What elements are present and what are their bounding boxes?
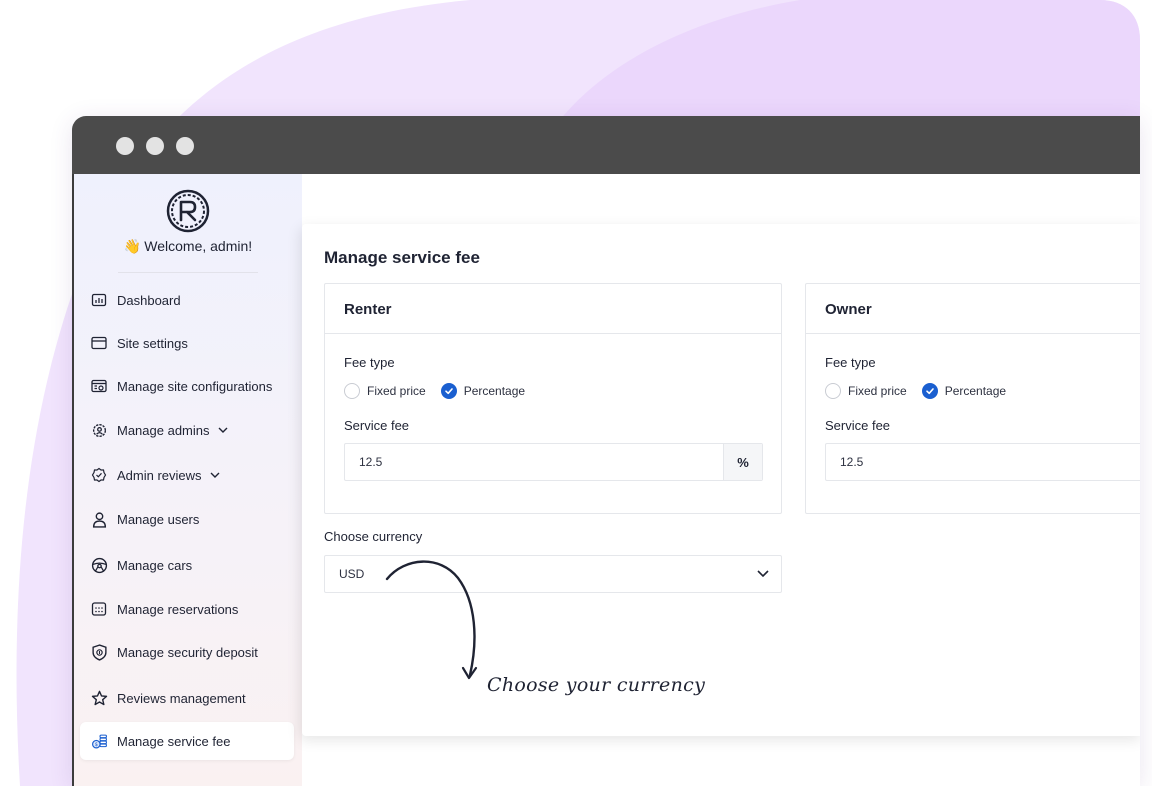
owner-service-fee-value: 12.5 (840, 455, 864, 469)
window-dot-maximize[interactable] (176, 137, 194, 155)
owner-service-fee-label: Service fee (825, 418, 891, 433)
welcome-message: 👋 Welcome, admin! (74, 238, 302, 255)
sidebar-item-site-configurations[interactable]: Manage site configurations (80, 367, 294, 405)
owner-percentage-radio[interactable] (921, 383, 938, 399)
owner-card: Owner Fee type Fixed price Percentage Se… (805, 283, 1140, 514)
chevron-down-icon (755, 565, 771, 584)
sidebar-item-label: Manage service fee (117, 733, 231, 749)
radio-label: Percentage (944, 384, 1007, 398)
currency-value: USD (339, 567, 365, 581)
sidebar-item-site-settings[interactable]: Site settings (80, 324, 294, 362)
sidebar-item-manage-users[interactable]: Manage users (80, 500, 294, 538)
renter-card: Renter Fee type Fixed price Percentage S… (324, 283, 782, 514)
config-icon (90, 377, 108, 395)
svg-text:$: $ (94, 742, 97, 748)
sidebar-item-label: Manage cars (117, 557, 193, 573)
sidebar-item-label: Manage reservations (117, 601, 239, 617)
owner-card-title: Owner (806, 284, 1140, 334)
chevron-down-icon[interactable] (209, 469, 221, 481)
service-fee-panel: Manage service fee Renter Fee type Fixed… (302, 224, 1140, 736)
badge-check-icon (90, 466, 108, 484)
sidebar-item-label: Manage admins (117, 422, 210, 438)
shield-icon (90, 643, 108, 661)
annotation-text: Choose your currency (487, 674, 706, 696)
user-icon (90, 510, 108, 528)
sidebar-item-manage-cars[interactable]: Manage cars (80, 546, 294, 584)
renter-fee-type-options: Fixed price Percentage (344, 383, 540, 399)
welcome-text: Welcome, admin! (144, 238, 253, 254)
checkmark-icon (444, 388, 453, 395)
coins-icon: $ (90, 732, 108, 750)
steering-wheel-icon (90, 556, 108, 574)
renter-fee-type-label: Fee type (344, 355, 395, 370)
radio-label: Fixed price (367, 384, 426, 398)
currency-label: Choose currency (324, 529, 423, 544)
currency-select[interactable]: USD (324, 555, 782, 593)
sidebar-item-label: Site settings (117, 335, 188, 351)
window-dot-minimize[interactable] (146, 137, 164, 155)
renter-service-fee-input[interactable]: 12.5 % (344, 443, 763, 481)
gear-user-icon (90, 421, 108, 439)
sidebar-item-label: Admin reviews (117, 467, 202, 483)
renter-card-title: Renter (325, 284, 781, 334)
sidebar-item-label: Manage security deposit (117, 644, 258, 660)
owner-fee-type-label: Fee type (825, 355, 876, 370)
sidebar-item-service-fee[interactable]: $ Manage service fee (80, 722, 294, 760)
renter-fixed-price-radio[interactable] (344, 383, 360, 399)
sidebar: 👋 Welcome, admin! Dashboard Site settings (74, 174, 302, 786)
sidebar-item-security-deposit[interactable]: Manage security deposit (80, 633, 294, 671)
page-title: Manage service fee (324, 248, 480, 267)
star-icon (90, 689, 108, 707)
radio-label: Percentage (463, 384, 526, 398)
calendar-icon (90, 600, 108, 618)
wave-emoji: 👋 (123, 238, 142, 254)
sidebar-item-manage-reservations[interactable]: Manage reservations (80, 590, 294, 628)
owner-service-fee-input[interactable]: 12.5 (825, 443, 1140, 481)
chart-icon (90, 291, 108, 309)
sidebar-divider (118, 272, 258, 273)
window-dot-close[interactable] (116, 137, 134, 155)
owner-fee-type-options: Fixed price Percentage (825, 383, 1021, 399)
sidebar-item-manage-admins[interactable]: Manage admins (80, 411, 294, 449)
browser-icon (90, 334, 108, 352)
checkmark-icon (925, 388, 934, 395)
sidebar-item-label: Reviews management (117, 690, 246, 706)
sidebar-item-reviews-management[interactable]: Reviews management (80, 679, 294, 717)
sidebar-item-label: Manage users (117, 511, 200, 527)
renter-service-fee-value: 12.5 (359, 455, 383, 469)
sidebar-item-label: Manage site configurations (117, 378, 273, 394)
sidebar-item-label: Dashboard (117, 292, 181, 308)
percent-addon: % (723, 444, 762, 480)
chevron-down-icon[interactable] (217, 424, 229, 436)
sidebar-item-dashboard[interactable]: Dashboard (80, 281, 294, 319)
brand-logo-icon[interactable] (166, 189, 210, 233)
owner-fixed-price-radio[interactable] (825, 383, 841, 399)
renter-percentage-radio[interactable] (440, 383, 457, 399)
radio-label: Fixed price (848, 384, 907, 398)
sidebar-item-admin-reviews[interactable]: Admin reviews (80, 456, 294, 494)
renter-service-fee-label: Service fee (344, 418, 410, 433)
window-titlebar (72, 116, 1140, 174)
